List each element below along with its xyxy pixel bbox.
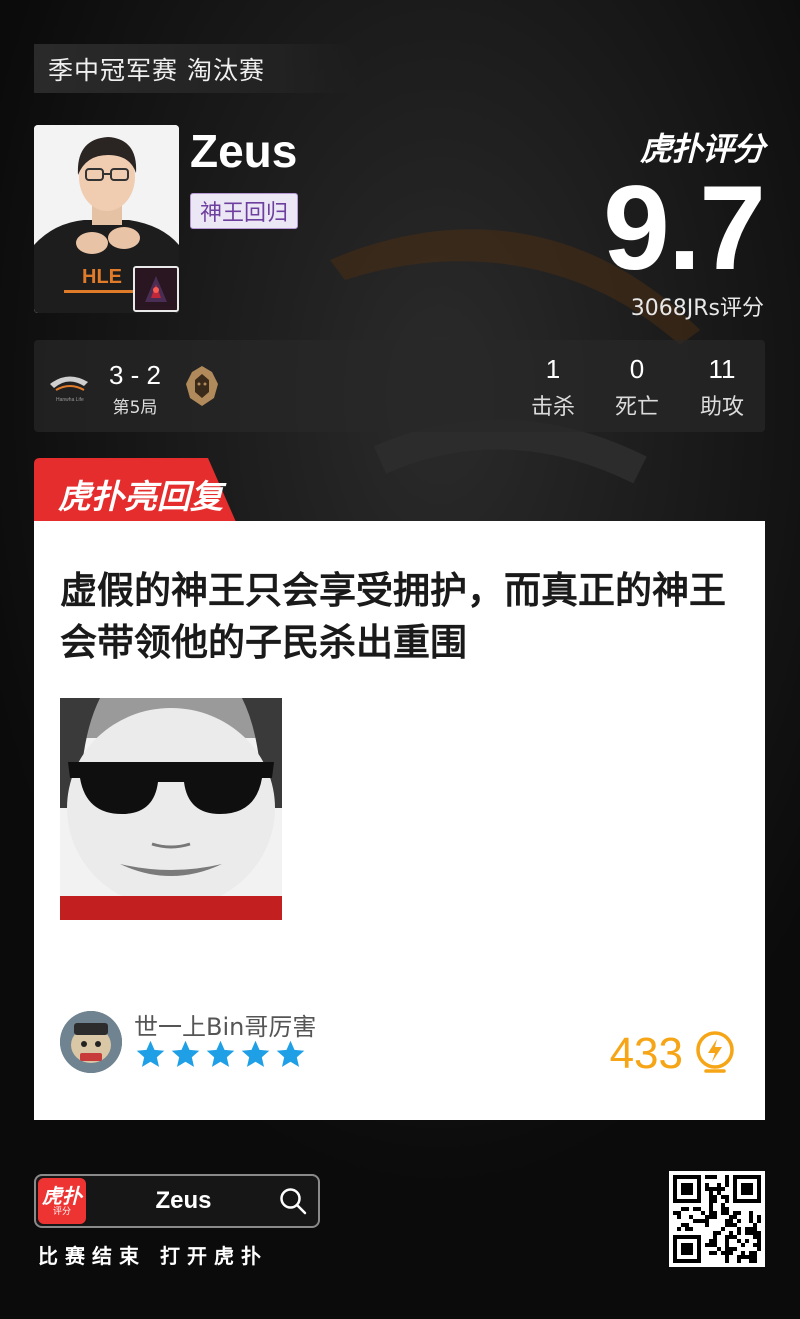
team-hle-logo: Hanwha Life [50,376,88,403]
deaths-value: 0 [629,354,645,384]
user-avatar[interactable] [60,1011,122,1073]
sunglasses-meme-image [60,698,282,920]
rating-score: 9.7 [603,161,766,295]
game-number: 第5局 [112,398,158,418]
star-icon [241,1040,270,1067]
user-rating-stars [134,1038,307,1071]
player-name: Zeus [190,125,298,177]
app-search-bar[interactable]: 虎扑 评分 Zeus [34,1174,320,1228]
assists-value: 11 [708,354,736,384]
rating-count: 3068JRs评分 [630,296,764,321]
match-summary: Hanwha Life 3 - 2 第5局 1 击杀 0 死亡 11 助攻 [34,340,765,432]
deaths-label: 死亡 [614,395,659,420]
series-score: 3 - 2 [108,360,162,390]
champion-icon [133,266,179,312]
svg-text:Hanwha Life: Hanwha Life [56,397,84,403]
player-tag-badge: 神王回归 [190,193,299,229]
app-logo-text: 虎扑 [42,1183,82,1208]
like-count: 433 [609,1029,683,1078]
search-icon[interactable] [278,1186,308,1216]
search-query: Zeus [155,1187,212,1214]
qr-code[interactable] [669,1171,765,1267]
team-lion-logo [186,366,218,406]
hupu-app-logo: 虎扑 评分 [38,1178,86,1224]
open-app-caption[interactable]: 比赛结束 打开虎扑 [38,1240,268,1269]
hot-reply-card[interactable]: 虚假的神王只会享受拥护，而真正的神王会带领他的子民杀出重围 世一上Bin哥厉害 … [34,521,765,1120]
reply-text: 虚假的神王只会享受拥护，而真正的神王会带领他的子民杀出重围 [60,569,726,664]
assists-label: 助攻 [699,395,744,420]
kills-label: 击杀 [530,395,575,420]
reply-username[interactable]: 世一上Bin哥厉害 [134,1007,316,1042]
stat-assists: 11 助攻 [692,354,752,421]
stat-deaths: 0 死亡 [607,354,667,421]
stat-kills: 1 击杀 [523,354,583,421]
event-banner: 季中冠军赛 淘汰赛 [34,44,360,93]
kills-value: 1 [545,354,561,384]
lightbulb-like-icon[interactable] [693,1031,737,1077]
event-title: 季中冠军赛 淘汰赛 [48,55,265,85]
hot-reply-tab-label: 虎扑亮回复 [58,477,223,516]
star-icon [136,1040,165,1067]
star-icon [276,1040,305,1067]
svg-text:HLE: HLE [82,266,122,288]
star-icon [206,1040,235,1067]
app-logo-subtext: 评分 [52,1206,71,1217]
star-icon [171,1040,200,1067]
